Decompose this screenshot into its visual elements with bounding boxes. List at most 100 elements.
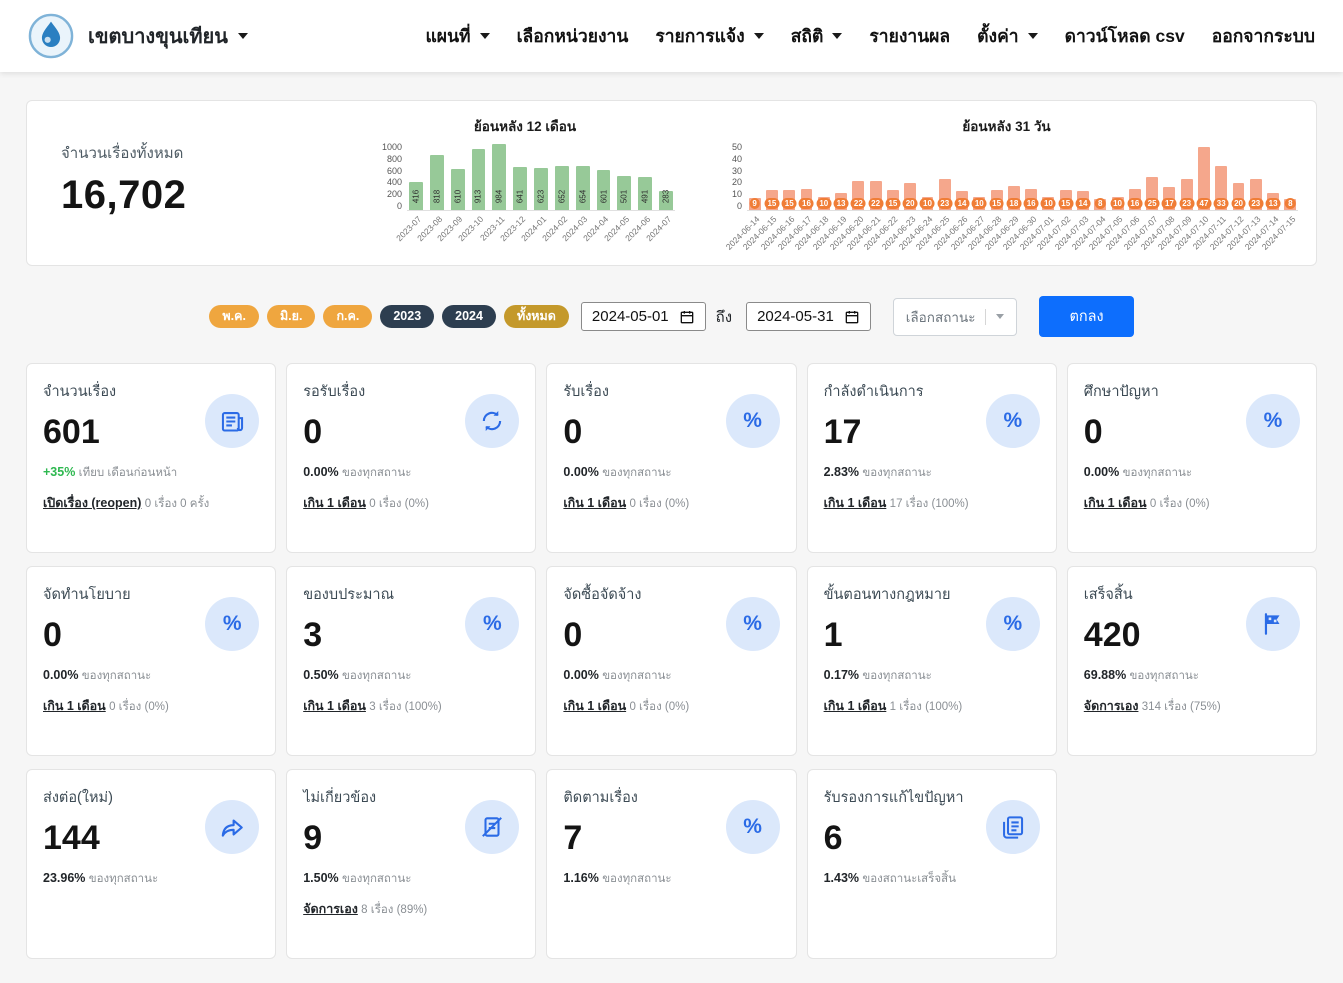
y-tick-label: 40 [732, 155, 742, 164]
select-divider [985, 309, 986, 325]
card-stat-value: 1.50% [303, 871, 338, 885]
card-link[interactable]: เปิดเรื่อง (reopen) [43, 496, 141, 510]
y-tick-label: 1000 [382, 143, 402, 152]
card-stat-line: 2.83% ของทุกสถานะ [824, 464, 1040, 482]
card-link-suffix: 3 เรื่อง (100%) [369, 701, 442, 713]
nav-item-label: เลือกหน่วยงาน [517, 22, 629, 50]
card-title: ส่งต่อ(ใหม่) [43, 786, 113, 809]
total-cases-value: 16,702 [61, 173, 375, 218]
nav-item-label: ตั้งค่า [977, 22, 1018, 50]
card-stat-suffix: ของทุกสถานะ [602, 670, 671, 682]
card-stat-value: 69.88% [1084, 668, 1126, 682]
card-value: 601 [43, 413, 116, 452]
card-link[interactable]: เกิน 1 เดือน [824, 496, 887, 510]
card-link[interactable]: จัดการเอง [1084, 699, 1139, 713]
status-select[interactable]: เลือกสถานะ [893, 298, 1018, 336]
card-title: รับรองการแก้ไขปัญหา [824, 786, 964, 809]
bar: 23 [1179, 143, 1194, 210]
bar-value-label: 10 [972, 198, 987, 209]
nav-item-6[interactable]: ตั้งค่า [977, 22, 1037, 50]
date-to-input[interactable]: 2024-05-31 [746, 302, 871, 331]
bar: 10 [920, 143, 935, 210]
bar-value-label: 641 [516, 190, 525, 203]
nav-item-5[interactable]: รายงานผล [869, 22, 950, 50]
card-title: ติดตามเรื่อง [563, 786, 637, 809]
card-link[interactable]: เกิน 1 เดือน [303, 699, 366, 713]
month-filter-pill-1[interactable]: พ.ค. [209, 305, 259, 329]
year-filter-pill-2024[interactable]: 2024 [442, 305, 496, 329]
status-card-7: ของบประมาณ 3 % 0.50% ของทุกสถานะ เกิน 1 … [286, 566, 536, 756]
card-link[interactable]: จัดการเอง [303, 902, 358, 916]
month-filter-pill-2[interactable]: มิ.ย. [267, 305, 316, 329]
card-stat-suffix: ของทุกสถานะ [1130, 670, 1199, 682]
bar-value-label: 23 [937, 198, 952, 209]
calendar-icon[interactable] [679, 309, 695, 325]
app-logo-icon[interactable] [28, 13, 74, 59]
submit-button[interactable]: ตกลง [1039, 296, 1133, 337]
card-link[interactable]: เกิน 1 เดือน [563, 699, 626, 713]
nav-item-7[interactable]: ดาวน์โหลด csv [1065, 22, 1185, 50]
bar: 9 [747, 143, 762, 210]
status-cards-grid: จำนวนเรื่อง 601 +35% เทียบ เดือนก่อนหน้า… [26, 363, 1317, 959]
card-link-suffix: 8 เรื่อง (89%) [361, 904, 427, 916]
bar: 13 [1265, 143, 1280, 210]
status-card-1: จำนวนเรื่อง 601 +35% เทียบ เดือนก่อนหน้า… [26, 363, 276, 553]
bar: 23 [1248, 143, 1263, 210]
status-card-5: ศึกษาปัญหา 0 % 0.00% ของทุกสถานะ เกิน 1 … [1067, 363, 1317, 553]
card-link[interactable]: เกิน 1 เดือน [824, 699, 887, 713]
month-filter-pill-3[interactable]: ก.ค. [323, 305, 372, 329]
card-link-line: เกิน 1 เดือน 0 เรื่อง (0%) [43, 696, 259, 716]
nav-item-1[interactable]: แผนที่ [426, 22, 490, 50]
daily-x-axis: 2024-06-142024-06-152024-06-162024-06-17… [747, 211, 1298, 253]
bar: 23 [937, 143, 952, 210]
card-stat-value: 1.43% [824, 871, 859, 885]
y-tick-label: 0 [397, 202, 402, 211]
calendar-icon[interactable] [844, 309, 860, 325]
bar: 491 [636, 143, 654, 210]
y-tick-label: 800 [387, 155, 402, 164]
nav-item-label: สถิติ [791, 22, 824, 50]
bar-value-label: 25 [1145, 198, 1160, 209]
card-stat-suffix: ของสถานะเสร็จสิ้น [862, 873, 956, 885]
date-from-input[interactable]: 2024-05-01 [581, 302, 706, 331]
bar: 15 [989, 143, 1004, 210]
year-filter-pill-2023[interactable]: 2023 [380, 305, 434, 329]
nav-item-4[interactable]: สถิติ [791, 22, 843, 50]
card-value: 0 [563, 616, 641, 655]
percent-icon: % [726, 800, 780, 854]
card-link[interactable]: เกิน 1 เดือน [1084, 496, 1147, 510]
nav-item-8[interactable]: ออกจากระบบ [1212, 22, 1315, 50]
card-stat-line: 0.00% ของทุกสถานะ [1084, 464, 1300, 482]
card-link[interactable]: เกิน 1 เดือน [303, 496, 366, 510]
card-title: ศึกษาปัญหา [1084, 380, 1159, 403]
status-card-3: รับเรื่อง 0 % 0.00% ของทุกสถานะ เกิน 1 เ… [546, 363, 796, 553]
bar-value-label: 15 [782, 198, 797, 209]
y-tick-label: 20 [732, 178, 742, 187]
card-link[interactable]: เกิน 1 เดือน [43, 699, 106, 713]
card-title: รอรับเรื่อง [303, 380, 365, 403]
district-selector[interactable]: เขตบางขุนเทียน [88, 20, 248, 52]
card-title: รับเรื่อง [563, 380, 609, 403]
card-value: 0 [1084, 413, 1159, 452]
nav-item-2[interactable]: เลือกหน่วยงาน [517, 22, 629, 50]
monthly-plot-area: 416818610913984641623652654601501491283 [407, 143, 675, 211]
bar-value-label: 33 [1214, 198, 1229, 209]
bar-value-label: 14 [1076, 198, 1091, 209]
bar-value-label: 491 [641, 190, 650, 203]
bar-value-label: 14 [955, 198, 970, 209]
x-tick: 2024-07-15 [1283, 211, 1298, 253]
card-stat-suffix: ของทุกสถานะ [342, 670, 411, 682]
bar: 13 [833, 143, 848, 210]
bar: 15 [885, 143, 900, 210]
nav-item-label: รายการแจ้ง [655, 22, 744, 50]
y-tick-label: 400 [387, 178, 402, 187]
navbar: เขตบางขุนเทียน แผนที่ เลือกหน่วยงาน รายการ… [0, 0, 1343, 72]
card-link[interactable]: เกิน 1 เดือน [563, 496, 626, 510]
nav-item-3[interactable]: รายการแจ้ง [655, 22, 763, 50]
news-icon [205, 394, 259, 448]
bar-value-label: 16 [1024, 198, 1039, 209]
total-cases-label: จำนวนเรื่องทั้งหมด [61, 141, 375, 165]
bar: 20 [1231, 143, 1246, 210]
all-filter-pill[interactable]: ทั้งหมด [504, 305, 569, 329]
total-cases-block: จำนวนเรื่องทั้งหมด 16,702 [45, 115, 375, 259]
